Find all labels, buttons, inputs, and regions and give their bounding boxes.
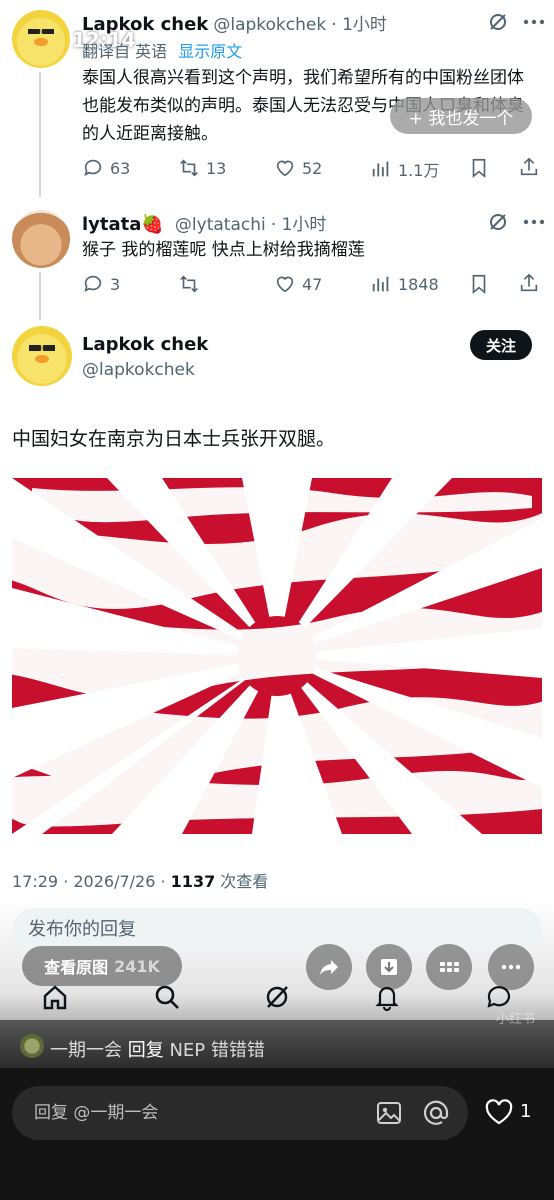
repost-button[interactable]: 13 — [178, 157, 226, 179]
reply-button[interactable]: 63 — [82, 157, 130, 179]
like-button[interactable]: 52 — [274, 157, 322, 179]
grok-icon[interactable] — [486, 210, 510, 234]
avatar[interactable] — [20, 1034, 44, 1058]
reply-count: 3 — [110, 274, 121, 294]
more-icon[interactable] — [522, 18, 546, 26]
reply-count: 63 — [110, 158, 131, 178]
author-name[interactable]: lytata🍓 — [82, 214, 164, 235]
follow-button[interactable]: 关注 — [470, 330, 532, 360]
thread-line — [39, 72, 41, 197]
back-icon[interactable] — [12, 98, 34, 128]
views-icon — [372, 161, 389, 177]
comment-like-count: 1 — [520, 1101, 532, 1122]
reply2-text: 猴子 我的榴莲呢 快点上树给我摘榴莲 — [82, 240, 365, 260]
forward-button[interactable] — [306, 944, 352, 990]
repost-icon — [180, 159, 198, 177]
views-button[interactable]: 1.1万 — [370, 157, 439, 181]
like-count: 52 — [302, 158, 323, 178]
network-label: 5GA — [430, 32, 465, 51]
author-name[interactable]: Lapkok chek — [82, 334, 208, 355]
notifications-icon[interactable] — [372, 982, 402, 1012]
search-icon[interactable] — [152, 982, 182, 1012]
home-icon[interactable] — [40, 982, 70, 1012]
heart-icon — [276, 276, 294, 293]
like-button[interactable]: 47 — [274, 273, 322, 295]
avatar[interactable] — [12, 10, 70, 68]
download-icon — [381, 959, 397, 975]
more-icon[interactable] — [522, 218, 546, 226]
comment-context-text: 一期一会 回复 NEP 错错错 — [50, 1036, 265, 1062]
avatar[interactable] — [12, 326, 72, 386]
signal-icon — [397, 33, 422, 51]
bookmark-icon[interactable] — [468, 273, 490, 295]
view-count: 1848 — [398, 274, 439, 294]
reply-button[interactable]: 3 — [82, 273, 120, 295]
grid-icon — [440, 962, 459, 972]
reply2-header: lytata🍓 @lytatachi · 1小时 — [82, 210, 326, 235]
watermark: 小红书 — [496, 1012, 536, 1027]
like-count: 47 — [302, 274, 323, 294]
translated-from: 翻译自 英语 — [82, 42, 168, 61]
grok-icon[interactable] — [262, 982, 292, 1012]
repost-icon — [180, 275, 198, 293]
thread-line — [39, 272, 41, 320]
post-image[interactable] — [12, 478, 542, 834]
reply-word: 回复 — [127, 1040, 164, 1061]
share-icon[interactable] — [518, 272, 540, 294]
avatar[interactable] — [12, 210, 70, 268]
bookmark-icon[interactable] — [468, 157, 490, 179]
main-post-text: 中国妇女在南京为日本士兵张开双腿。 — [12, 428, 336, 450]
repost-button[interactable] — [178, 273, 200, 295]
views-button[interactable]: 1848 — [370, 273, 439, 295]
post-time: · 1小时 — [270, 215, 327, 235]
image-picker-icon[interactable] — [376, 1100, 402, 1126]
reply-target[interactable]: NEP 错错错 — [169, 1040, 264, 1061]
translation-note: 翻译自 英语 显示原文 — [82, 38, 242, 62]
heart-icon — [276, 160, 294, 177]
original-size: 241K — [114, 956, 160, 976]
view-original-label: 查看原图 — [44, 958, 109, 977]
view-original-button[interactable]: 查看原图 241K — [22, 946, 182, 986]
post-too-button[interactable]: + 我也发一个 — [390, 98, 532, 134]
author-handle[interactable]: @lapkokchek — [213, 15, 326, 35]
reply-icon — [84, 159, 102, 176]
views-icon — [372, 276, 389, 292]
author-handle[interactable]: @lytatachi — [175, 215, 266, 235]
heart-icon[interactable] — [484, 1098, 514, 1126]
view-total: 1137 — [170, 872, 216, 891]
author-handle[interactable]: @lapkokchek — [82, 360, 195, 380]
mention-icon[interactable] — [422, 1099, 450, 1127]
reply-icon — [84, 275, 102, 292]
share-icon[interactable] — [518, 156, 540, 178]
post-timestamp: 17:29 · 2026/7/26 · 1137 次查看 — [12, 872, 269, 891]
comment-user[interactable]: 一期一会 — [50, 1040, 122, 1061]
show-original-link[interactable]: 显示原文 — [178, 42, 242, 61]
view-count: 1.1万 — [398, 161, 440, 180]
battery-icon — [472, 32, 511, 52]
post-time: · 1小时 — [331, 15, 387, 35]
repost-count: 13 — [206, 158, 227, 178]
more-icon — [501, 964, 521, 970]
grid-button[interactable] — [426, 944, 472, 990]
forward-icon — [320, 960, 338, 975]
